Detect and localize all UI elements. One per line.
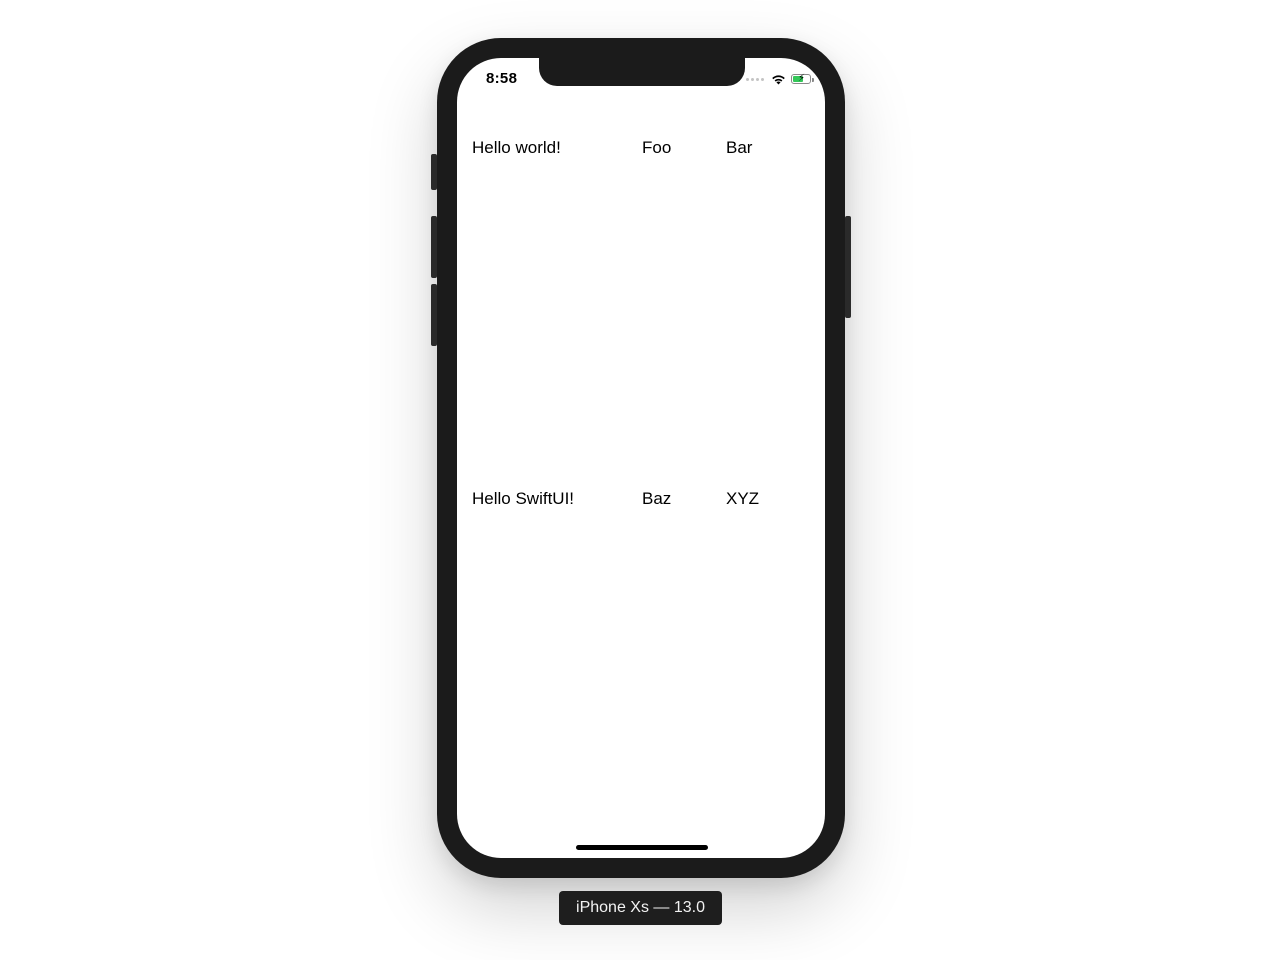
battery-charging-icon: ⚡ [791,73,814,84]
volume-up-button[interactable] [431,216,437,278]
silent-switch [431,154,437,190]
signal-dots-icon [746,77,764,81]
charging-bolt-icon: ⚡ [798,73,806,84]
home-indicator[interactable] [576,845,708,850]
grid-cell-r2-c2: Baz [642,489,672,508]
status-bar-icons: ⚡ [746,72,814,86]
grid-cell-r2-c1: Hello SwiftUI! [472,489,575,508]
grid-cell-r2-c3: XYZ [726,489,760,508]
device-label: iPhone Xs — 13.0 [559,891,722,925]
grid-cell-r1-c1: Hello world! [472,138,561,157]
notch [539,58,745,86]
volume-down-button[interactable] [431,284,437,346]
grid-cell-r1-c2: Foo [642,138,672,157]
grid-cell-r1-c3: Bar [726,138,753,157]
wifi-icon [772,74,785,84]
device-screen[interactable]: 8:58 ⚡ Hello world! Foo Bar Hello SwiftU [457,58,825,858]
status-bar-time: 8:58 [486,70,518,87]
power-button[interactable] [845,216,851,318]
iphone-device-frame: 8:58 ⚡ Hello world! Foo Bar Hello SwiftU [431,38,851,878]
simulator-stage: 8:58 ⚡ Hello world! Foo Bar Hello SwiftU [0,0,1280,960]
